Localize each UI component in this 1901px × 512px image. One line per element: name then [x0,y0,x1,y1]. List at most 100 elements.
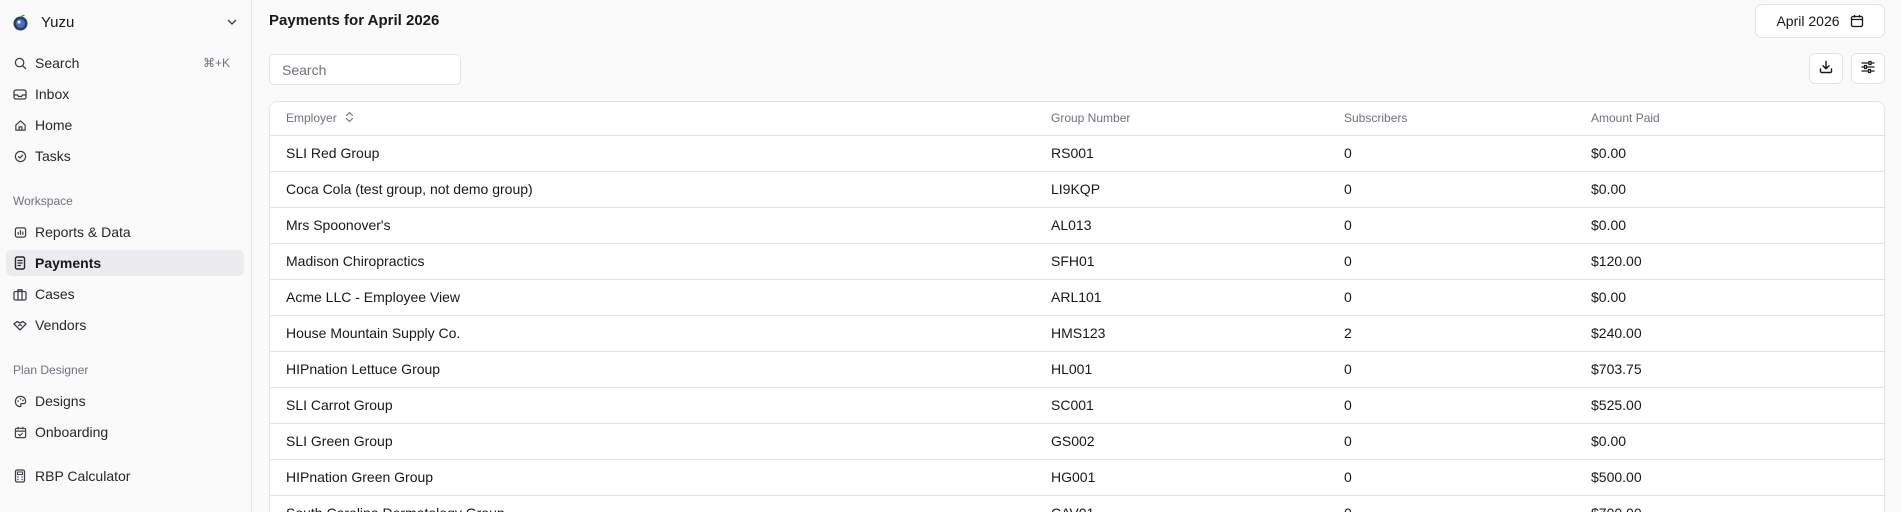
section-label-plan-designer: Plan Designer [13,363,89,377]
sidebar-item-label: Designs [35,393,86,409]
table-row[interactable]: Coca Cola (test group, not demo group) LI… [270,171,1884,208]
payments-table: Employer Group Number Subscribers Amount… [269,101,1885,512]
sidebar-item-label: Search [35,55,80,71]
cell-group-number: SFH01 [1051,243,1344,280]
sidebar-item-search[interactable]: Search ⌘+K [6,50,244,76]
cell-subscribers: 0 [1344,171,1591,208]
cell-employer: SLI Green Group [270,423,1051,460]
cell-group-number: HL001 [1051,351,1344,388]
keyboard-shortcut: ⌘+K [202,56,230,70]
cell-employer: SLI Red Group [270,135,1051,172]
sidebar-item-reports[interactable]: Reports & Data [6,219,244,245]
column-header-amount-paid: Amount Paid [1591,102,1884,136]
cell-employer: Mrs Spoonover's [270,207,1051,244]
cell-group-number: CAV01 [1051,495,1344,512]
sidebar-item-label: RBP Calculator [35,468,131,484]
receipt-icon [13,256,27,270]
cell-group-number: LI9KQP [1051,171,1344,208]
download-button[interactable] [1809,53,1843,84]
cell-employer: HIPnation Green Group [270,459,1051,496]
cell-employer: South Carolina Dermatology Group [270,495,1051,512]
sidebar-item-designs[interactable]: Designs [6,388,244,414]
sidebar-item-label: Tasks [35,148,71,164]
workspace-name: Yuzu [41,13,75,31]
calculator-icon [13,469,27,483]
table-row[interactable]: House Mountain Supply Co. HMS123 2 $240.00 [270,315,1884,352]
sidebar-item-label: Vendors [35,317,87,333]
table-row[interactable]: SLI Red Group RS001 0 $0.00 [270,135,1884,172]
home-icon [13,118,27,132]
sidebar-item-cases[interactable]: Cases [6,281,244,307]
sort-icon [345,111,354,126]
palette-icon [13,394,27,408]
sidebar-item-label: Home [35,117,73,133]
sidebar-item-payments[interactable]: Payments [6,250,244,276]
section-label-workspace: Workspace [13,194,73,208]
cell-subscribers: 0 [1344,351,1591,388]
cell-amount-paid: $0.00 [1591,135,1884,172]
sidebar-item-onboarding[interactable]: Onboarding [6,419,244,445]
cell-amount-paid: $0.00 [1591,207,1884,244]
search-input[interactable] [269,54,461,85]
cell-amount-paid: $703.75 [1591,351,1884,388]
table-row[interactable]: Mrs Spoonover's AL013 0 $0.00 [270,207,1884,244]
cell-group-number: ARL101 [1051,279,1344,316]
column-header-subscribers: Subscribers [1344,102,1591,136]
sidebar-item-rbp-calculator[interactable]: RBP Calculator [6,463,244,489]
sidebar-item-label: Onboarding [35,424,109,440]
sidebar-item-home[interactable]: Home [6,112,244,138]
search-icon [13,56,27,70]
sidebar-item-tasks[interactable]: Tasks [6,143,244,169]
table-row[interactable]: South Carolina Dermatology GroupCAV010$7… [270,495,1884,512]
cell-group-number: SC001 [1051,387,1344,424]
reports-icon [13,225,27,239]
table-row[interactable]: Acme LLC - Employee View ARL101 0 $0.00 [270,279,1884,316]
cell-subscribers: 0 [1344,135,1591,172]
table-row[interactable]: SLI Carrot Group SC001 0 $525.00 [270,387,1884,424]
cell-employer: Acme LLC - Employee View [270,279,1051,316]
chevron-down-icon [224,14,240,30]
sidebar-item-label: Reports & Data [35,224,131,240]
sidebar-item-vendors[interactable]: Vendors [6,312,244,338]
sidebar-item-label: Inbox [35,86,70,102]
table-header-row: Employer Group Number Subscribers Amount… [270,102,1884,136]
month-label: April 2026 [1776,13,1840,29]
calendar-icon [1850,14,1864,28]
sidebar-item-inbox[interactable]: Inbox [6,81,244,107]
page-title: Payments for April 2026 [269,12,440,29]
sliders-icon [1861,60,1875,77]
cell-amount-paid: $0.00 [1591,279,1884,316]
cell-subscribers: 0 [1344,207,1591,244]
table-row[interactable]: Madison Chiropractics SFH01 0 $120.00 [270,243,1884,280]
cell-amount-paid: $700.00 [1591,495,1884,512]
cell-subscribers: 2 [1344,315,1591,352]
cell-group-number: AL013 [1051,207,1344,244]
table-row[interactable]: HIPnation Green Group HG001 0 $500.00 [270,459,1884,496]
cell-subscribers: 0 [1344,279,1591,316]
yuzu-logo-icon [12,14,29,31]
cell-group-number: RS001 [1051,135,1344,172]
calendar-check-icon [13,425,27,439]
table-settings-button[interactable] [1851,53,1885,84]
cell-employer: Coca Cola (test group, not demo group) [270,171,1051,208]
cell-amount-paid: $525.00 [1591,387,1884,424]
cell-amount-paid: $120.00 [1591,243,1884,280]
cell-employer: SLI Carrot Group [270,387,1051,424]
workspace-switcher[interactable]: Yuzu [12,10,240,34]
sidebar-item-label: Cases [35,286,75,302]
column-header-group-number: Group Number [1051,102,1344,136]
cell-amount-paid: $500.00 [1591,459,1884,496]
cell-amount-paid: $0.00 [1591,171,1884,208]
cell-employer: HIPnation Lettuce Group [270,351,1051,388]
sidebar: Yuzu Search ⌘+K Inbox Home Tasks Workspa… [0,0,252,512]
cell-subscribers: 0 [1344,459,1591,496]
table-row[interactable]: SLI Green Group GS002 0 $0.00 [270,423,1884,460]
cell-group-number: HG001 [1051,459,1344,496]
month-picker-button[interactable]: April 2026 [1755,4,1885,38]
cell-amount-paid: $240.00 [1591,315,1884,352]
main-content: Payments for April 2026 April 2026 Emplo… [252,0,1901,512]
table-row[interactable]: HIPnation Lettuce Group HL001 0 $703.75 [270,351,1884,388]
cell-employer: Madison Chiropractics [270,243,1051,280]
column-header-employer[interactable]: Employer [270,102,1051,136]
cell-employer: House Mountain Supply Co. [270,315,1051,352]
